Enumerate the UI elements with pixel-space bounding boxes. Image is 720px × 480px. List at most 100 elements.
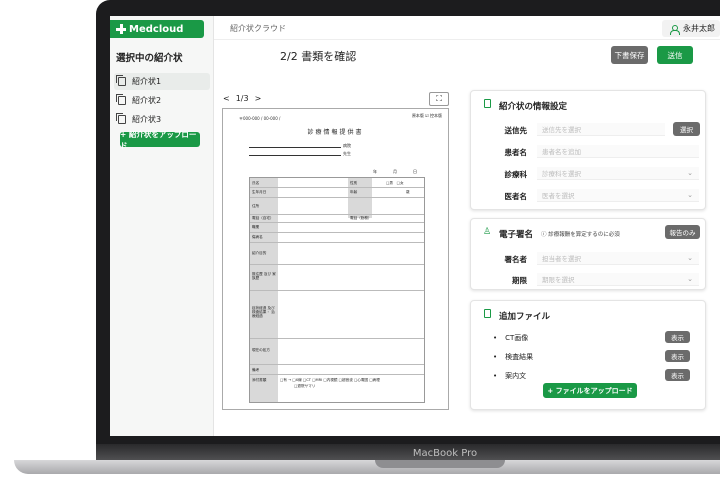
info-settings-title: 紹介状の情報設定: [499, 102, 568, 112]
file-name: CT画像: [505, 334, 529, 342]
documents-icon: [116, 75, 126, 86]
sidebar-item-letter-1[interactable]: 紹介状1: [114, 73, 210, 90]
bullet: •: [493, 372, 498, 380]
doc-row-line: [250, 374, 424, 375]
document-icon: [484, 99, 491, 108]
view-file-button[interactable]: 表示: [665, 369, 690, 381]
app-logo[interactable]: Medcloud: [110, 20, 204, 38]
files-title: 追加ファイル: [499, 312, 551, 322]
doc-row-line: [250, 197, 424, 198]
field-label: 医者名: [504, 192, 528, 201]
chevron-down-icon: ⌄: [687, 191, 693, 199]
doc-row-label: 既往歴 及び 家族歴: [252, 272, 276, 280]
prev-page-button[interactable]: <: [223, 94, 230, 103]
bullet: •: [493, 334, 498, 342]
logo-text: Medcloud: [129, 23, 184, 35]
doc-sex-options: □男 □女: [386, 181, 404, 185]
additional-files-card: 追加ファイル • CT画像 表示 • 検査結果 表示 • 案内文 表示 + ファイルを…: [470, 300, 706, 410]
send-button[interactable]: 送信: [657, 46, 693, 64]
recipient-input[interactable]: 送信先を選択: [537, 123, 665, 136]
laptop-base: [14, 460, 720, 474]
doc-row-line: [250, 338, 424, 339]
app-screen: Medcloud 選択中の紹介状 紹介状1 紹介状2 紹介状3 + 紹介状をアッ…: [110, 16, 720, 436]
patient-name-input[interactable]: 患者名を追加: [537, 145, 699, 158]
documents-icon: [116, 94, 126, 105]
sidebar-item-label: 紹介状1: [132, 77, 162, 86]
next-page-button[interactable]: >: [255, 94, 262, 103]
fullscreen-button[interactable]: ⛶: [429, 92, 449, 106]
sidebar: Medcloud 選択中の紹介状 紹介状1 紹介状2 紹介状3 + 紹介状をアッ…: [110, 16, 214, 436]
view-file-button[interactable]: 表示: [665, 331, 690, 343]
report-only-button[interactable]: 報告のみ: [665, 225, 700, 239]
view-file-button[interactable]: 表示: [665, 350, 690, 362]
select-recipient-button[interactable]: 選択: [673, 122, 700, 136]
file-item: • 案内文: [493, 371, 526, 381]
doc-age-unit: 歳: [406, 190, 410, 194]
doctor-placeholder: 医者を選択: [542, 192, 575, 200]
field-label: 署名者: [504, 255, 528, 264]
file-item: • 検査結果: [493, 352, 533, 362]
doc-date: 年 月 日: [373, 169, 423, 174]
chevron-down-icon: ⌄: [687, 275, 693, 283]
save-draft-button[interactable]: 下書保存: [611, 46, 648, 64]
doc-header-right: 原本版 ☑ 控本版: [411, 113, 442, 118]
file-name: 検査結果: [505, 353, 534, 361]
deadline-placeholder: 期限を選択: [542, 276, 575, 284]
doctor-select[interactable]: 医者を選択 ⌄: [537, 189, 699, 202]
upload-letter-button[interactable]: + 紹介状をアップロード: [120, 130, 200, 150]
page-navigator: < 1/3 >: [223, 94, 261, 103]
medical-cross-icon: [116, 24, 126, 34]
info-settings-card: 紹介状の情報設定 送信先 送信先を選択 選択 患者名 患者名を追加 診療科 診療…: [470, 90, 706, 210]
field-label: 患者名: [504, 148, 528, 157]
sidebar-heading: 選択中の紹介状: [116, 53, 183, 64]
doc-row-label: 住所: [252, 204, 260, 208]
file-name: 案内文: [505, 372, 527, 380]
doc-age-label: 年齢: [350, 190, 358, 194]
page-title: 2/2 書類を確認: [280, 50, 357, 63]
signature-title: 電子署名: [499, 230, 534, 240]
doc-sex-label: 性別: [350, 181, 358, 185]
document-preview: 〒000-000 / 00-000 / 原本版 ☑ 控本版 診療情報提供書 病院…: [222, 108, 449, 410]
doc-line: [249, 147, 341, 148]
signature-note: ⓘ 診療報酬を算定するのに必須: [541, 230, 620, 238]
doc-row-line: [250, 222, 424, 223]
doc-row-line: [250, 187, 424, 188]
sidebar-item-letter-2[interactable]: 紹介状2: [114, 92, 210, 109]
signer-placeholder: 担当者を選択: [542, 255, 581, 263]
department-select[interactable]: 診療科を選択 ⌄: [537, 167, 699, 180]
doc-row-label: 傷病名: [252, 235, 263, 239]
field-label: 期限: [512, 276, 527, 285]
bullet: •: [493, 353, 498, 361]
doc-row-label: 症状経過 及び 検査結果・ 治療経過: [252, 306, 275, 318]
signature-note-text: 診療報酬を算定するのに必須: [548, 232, 620, 238]
doc-header-left: 〒000-000 / 00-000 /: [239, 116, 281, 121]
doc-attach-options-2: □退院サマリ: [294, 384, 316, 388]
deadline-select[interactable]: 期限を選択 ⌄: [537, 273, 699, 286]
breadcrumb[interactable]: 紹介状クラウド: [230, 23, 286, 34]
doc-row-label: 電話（自宅）: [252, 216, 274, 220]
doc-table: 氏名 生年月日 住所 電話（自宅） 職業 傷病名 紹介目的 既往歴 及び 家族歴…: [249, 177, 425, 403]
chevron-down-icon: ⌄: [687, 254, 693, 262]
user-name: 永井太郎: [683, 24, 715, 33]
sidebar-item-letter-3[interactable]: 紹介状3: [114, 111, 210, 128]
upload-file-button[interactable]: + ファイルをアップロード: [543, 383, 637, 398]
doc-row-line: [250, 364, 424, 365]
doc-doctor: 先生: [343, 151, 351, 156]
document-icon: [484, 309, 491, 318]
signature-icon: ♙: [483, 227, 492, 237]
doc-row-label: 職業: [252, 225, 260, 229]
stage: MacBook Pro Medcloud 選択中の紹介状 紹介状1 紹介状2 紹…: [0, 0, 720, 480]
file-item: • CT画像: [493, 333, 528, 343]
doc-title: 診療情報提供書: [307, 129, 364, 136]
signature-card: ♙ 電子署名 ⓘ 診療報酬を算定するのに必須 報告のみ 署名者 担当者を選択 ⌄…: [470, 218, 706, 290]
doc-row-label: 現在の処方: [252, 348, 270, 352]
doc-row-label: 氏名: [252, 181, 260, 185]
user-menu[interactable]: 永井太郎: [662, 20, 720, 37]
doc-row-line: [250, 214, 424, 215]
doc-row-label: 生年月日: [252, 190, 267, 194]
department-placeholder: 診療科を選択: [542, 170, 581, 178]
signer-select[interactable]: 担当者を選択 ⌄: [537, 252, 699, 265]
field-label: 送信先: [504, 126, 528, 135]
expand-icon: ⛶: [436, 94, 442, 103]
doc-row-label: 紹介目的: [252, 251, 267, 255]
